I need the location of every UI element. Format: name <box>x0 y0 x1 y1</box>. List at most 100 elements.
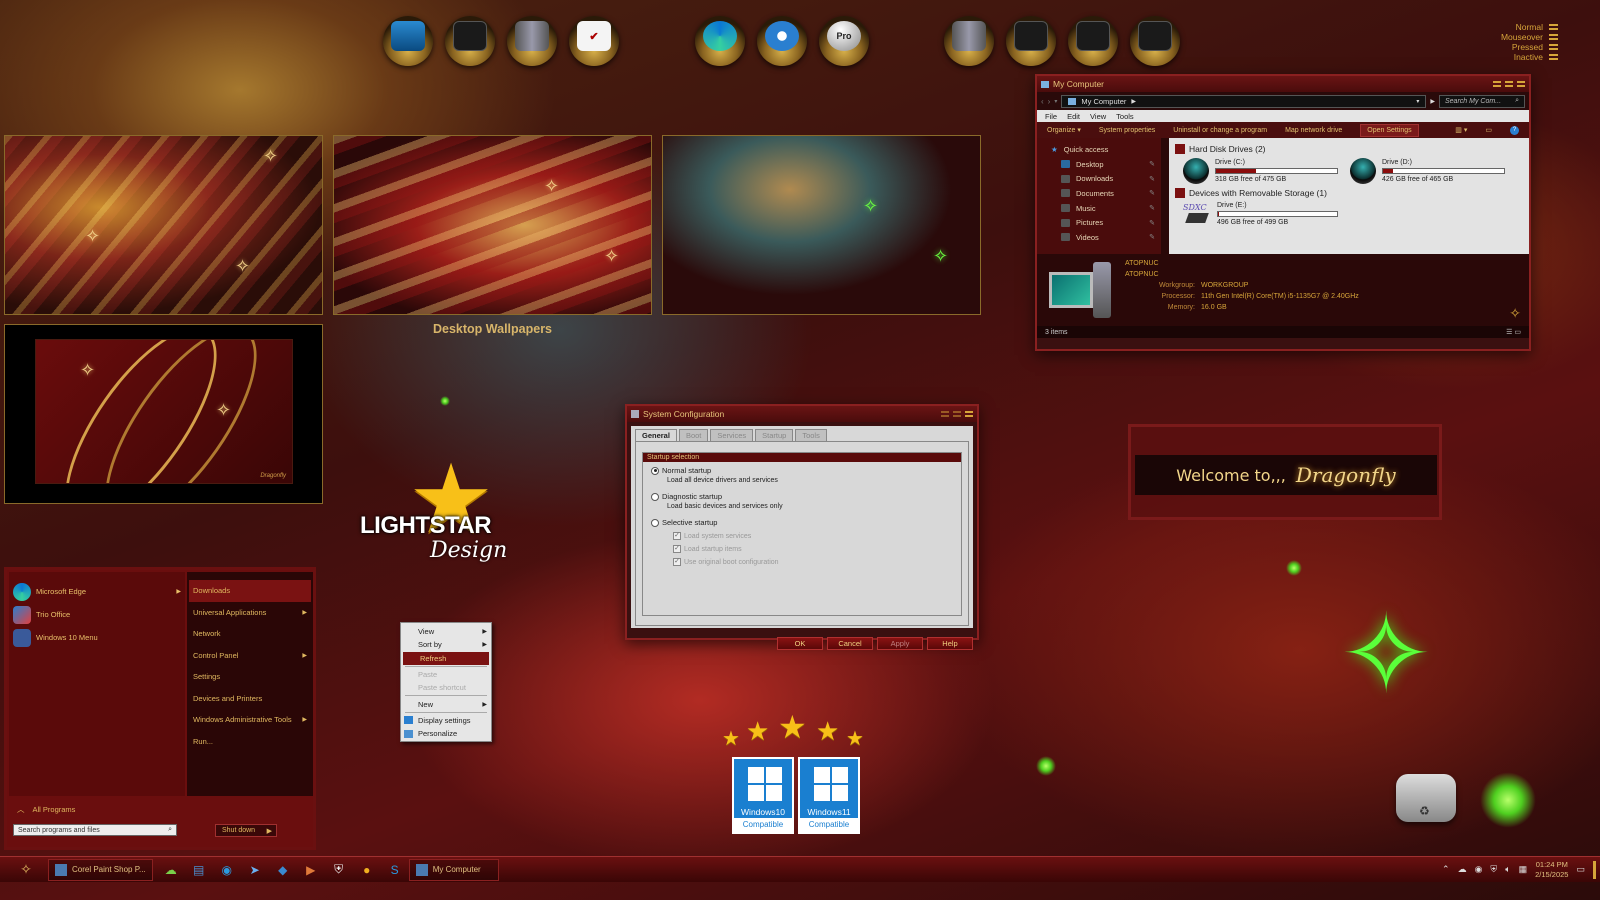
start-link-network[interactable]: Network <box>189 623 311 645</box>
layers-icon[interactable]: ◆ <box>269 859 297 881</box>
start-link-settings[interactable]: Settings <box>189 666 311 688</box>
all-programs-button[interactable]: ︿ All Programs <box>9 802 185 816</box>
wallpaper-preview-3[interactable]: ✧ ✧ <box>662 135 981 315</box>
nav-item-desktop[interactable]: Desktop ✎ <box>1051 157 1169 172</box>
show-desktop-button[interactable] <box>1593 860 1596 879</box>
folder-icon[interactable] <box>1130 16 1180 66</box>
menu-view[interactable]: View <box>1090 112 1106 121</box>
ctx-paste[interactable]: Paste <box>401 668 491 681</box>
shutdown-button[interactable]: Shut down ▶ <box>215 824 277 837</box>
edge-icon[interactable] <box>695 16 745 66</box>
ctx-refresh[interactable]: Refresh <box>403 651 489 665</box>
map-network-drive-button[interactable]: Map network drive <box>1285 127 1342 134</box>
nav-item-documents[interactable]: Documents ✎ <box>1051 186 1169 201</box>
open-settings-button[interactable]: Open Settings <box>1360 123 1419 137</box>
computer-icon[interactable] <box>383 16 433 66</box>
tray-overflow-icon[interactable]: ⌃ <box>1442 864 1450 875</box>
menu-file[interactable]: File <box>1045 112 1057 121</box>
nav-item-pictures[interactable]: Pictures ✎ <box>1051 215 1169 230</box>
ctx-display-settings[interactable]: Display settings <box>401 714 491 727</box>
start-search-input[interactable]: Search programs and files ⌕ <box>13 824 177 836</box>
address-dropdown-icon[interactable]: ▾ <box>1416 98 1419 105</box>
organize-button[interactable]: Organize ▾ <box>1047 126 1081 134</box>
selective-startup-radio[interactable]: Selective startup <box>651 518 961 527</box>
explorer-titlebar[interactable]: My Computer <box>1037 76 1529 92</box>
wallpaper-preview-2[interactable]: ✧ ✧ <box>333 135 652 315</box>
drive-c[interactable]: Drive (C:) 318 GB free of 475 GB <box>1183 158 1338 184</box>
system-config-dialog[interactable]: System Configuration General Boot Servic… <box>625 404 979 650</box>
forward-icon[interactable]: › <box>1048 97 1051 106</box>
folder-icon[interactable] <box>1006 16 1056 66</box>
taskbar-task-my-computer[interactable]: My Computer <box>408 858 499 881</box>
taskbar-task-corel[interactable]: Corel Paint Shop P... <box>48 858 153 881</box>
use-original-boot-checkbox[interactable]: ✓ Use original boot configuration <box>673 558 961 566</box>
ctx-view[interactable]: View ▶ <box>401 625 491 638</box>
folder-icon[interactable] <box>445 16 495 66</box>
network-icon[interactable]: ▦ <box>1519 864 1528 875</box>
nav-item-videos[interactable]: Videos ✎ <box>1051 230 1169 245</box>
explorer-search-input[interactable]: Search My Com... ⌕ <box>1439 94 1525 108</box>
ctx-sort-by[interactable]: Sort by ▶ <box>401 638 491 651</box>
preview-pane-icon[interactable]: ▭ <box>1485 126 1492 134</box>
start-item-trio-office[interactable]: Trio Office <box>9 603 185 626</box>
skype-icon[interactable]: S <box>381 859 409 881</box>
start-link-universal-apps[interactable]: Universal Applications ▶ <box>189 602 311 624</box>
tab-services[interactable]: Services <box>710 429 754 441</box>
explorer-window[interactable]: My Computer ‹ › ▾ My Computer ▶ ▾ ▶ Sear… <box>1035 74 1531 351</box>
normal-startup-radio[interactable]: Normal startup <box>651 466 961 475</box>
start-link-admin-tools[interactable]: Windows Administrative Tools ▶ <box>189 709 311 731</box>
cloud-icon[interactable]: ☁ <box>157 859 185 881</box>
details-view-icon[interactable]: ☰ ▭ <box>1506 328 1521 336</box>
tab-general[interactable]: General <box>635 429 677 441</box>
ok-button[interactable]: OK <box>777 637 823 650</box>
maximize-button[interactable] <box>1505 81 1513 87</box>
close-button[interactable] <box>1517 81 1525 87</box>
file-explorer-icon[interactable]: ▤ <box>185 859 213 881</box>
nav-item-music[interactable]: Music ✎ <box>1051 201 1169 216</box>
cursor-icon[interactable]: ➤ <box>241 859 269 881</box>
load-startup-items-checkbox[interactable]: ✓ Load startup items <box>673 545 961 553</box>
apply-button[interactable]: Apply <box>877 637 923 650</box>
start-item-windows10-menu[interactable]: Windows 10 Menu <box>9 626 185 649</box>
chevron-right-icon[interactable]: ▶ <box>1430 98 1435 105</box>
menu-tools[interactable]: Tools <box>1116 112 1134 121</box>
load-system-services-checkbox[interactable]: ✓ Load system services <box>673 532 961 540</box>
start-link-control-panel[interactable]: Control Panel ▶ <box>189 645 311 667</box>
volume-icon[interactable]: 🔈︎ <box>1505 864 1510 875</box>
minimize-button[interactable] <box>941 411 949 417</box>
menu-edit[interactable]: Edit <box>1067 112 1080 121</box>
wallpaper-preview-1[interactable]: ✧ ✧ ✧ <box>4 135 323 315</box>
ctx-paste-shortcut[interactable]: Paste shortcut <box>401 681 491 694</box>
address-bar[interactable]: My Computer ▶ ▾ <box>1061 94 1427 108</box>
folder-icon[interactable] <box>1068 16 1118 66</box>
back-icon[interactable]: ‹ <box>1041 97 1044 106</box>
start-item-edge[interactable]: Microsoft Edge ▶ <box>9 580 185 603</box>
nav-scrollbar[interactable] <box>1161 138 1169 254</box>
uninstall-program-button[interactable]: Uninstall or change a program <box>1173 127 1267 134</box>
system-properties-button[interactable]: System properties <box>1099 127 1155 134</box>
tower-pc-icon[interactable] <box>507 16 557 66</box>
cloud-icon[interactable]: ☁ <box>1458 864 1467 875</box>
checklist-icon[interactable]: ✔ <box>569 16 619 66</box>
shield-icon[interactable]: ⛨ <box>325 859 353 881</box>
start-link-run[interactable]: Run... <box>189 731 311 753</box>
help-icon[interactable]: ? <box>1510 125 1519 135</box>
notification-icon[interactable]: ▭ <box>1576 864 1585 875</box>
group-hard-disks[interactable]: Hard Disk Drives (2) <box>1175 142 1523 156</box>
media-player-icon[interactable]: ▶ <box>297 859 325 881</box>
tower-pc-icon[interactable] <box>944 16 994 66</box>
tab-startup[interactable]: Startup <box>755 429 794 441</box>
disc-pro-icon[interactable]: Pro <box>819 16 869 66</box>
chevron-right-icon[interactable]: ▶ <box>267 827 272 835</box>
drive-e[interactable]: SDXC Drive (E:) 496 GB free of 499 GB <box>1183 202 1338 226</box>
ctx-new[interactable]: New ▶ <box>401 697 491 710</box>
ctx-personalize[interactable]: Personalize <box>401 727 491 740</box>
view-options-icon[interactable]: ▥ ▾ <box>1455 126 1467 134</box>
tab-tools[interactable]: Tools <box>795 429 827 441</box>
clock[interactable]: 01:24 PM 2/15/2025 <box>1535 860 1568 880</box>
tab-boot[interactable]: Boot <box>678 429 709 441</box>
shield-icon[interactable]: ⛨ <box>1490 864 1497 875</box>
sysconfig-titlebar[interactable]: System Configuration <box>627 406 977 422</box>
diagnostic-startup-radio[interactable]: Diagnostic startup <box>651 492 961 501</box>
chrome-icon[interactable]: ● <box>353 859 381 881</box>
